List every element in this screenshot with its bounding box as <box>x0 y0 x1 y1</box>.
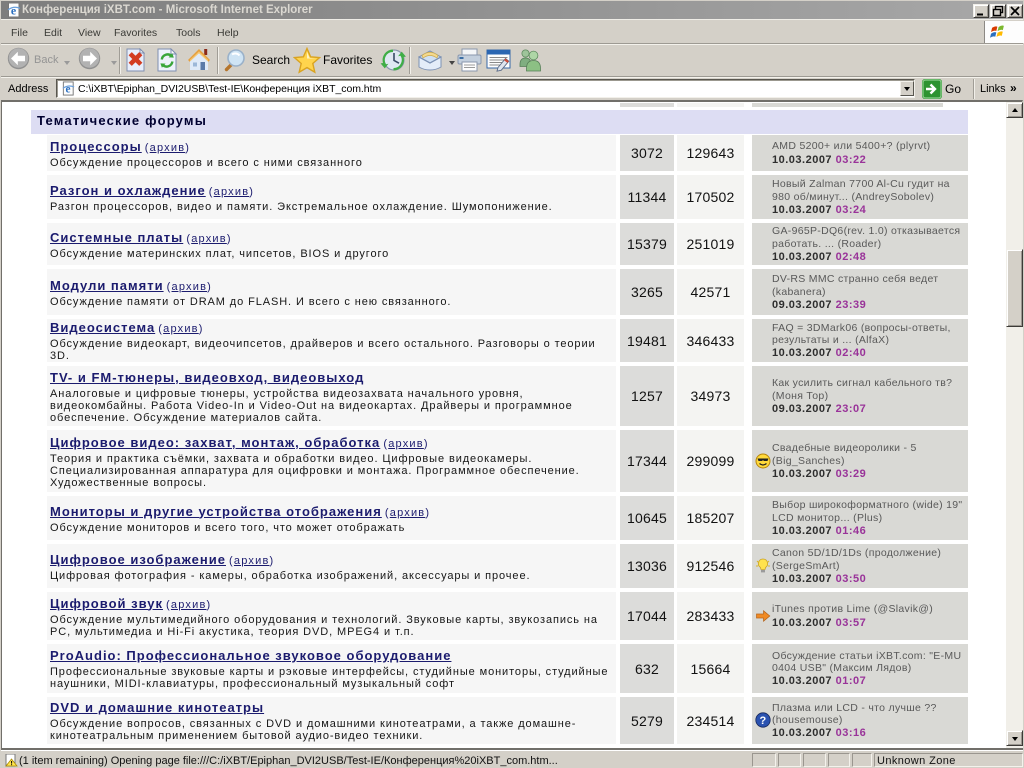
svg-text:?: ? <box>759 715 766 727</box>
svg-text:e: e <box>11 4 17 18</box>
